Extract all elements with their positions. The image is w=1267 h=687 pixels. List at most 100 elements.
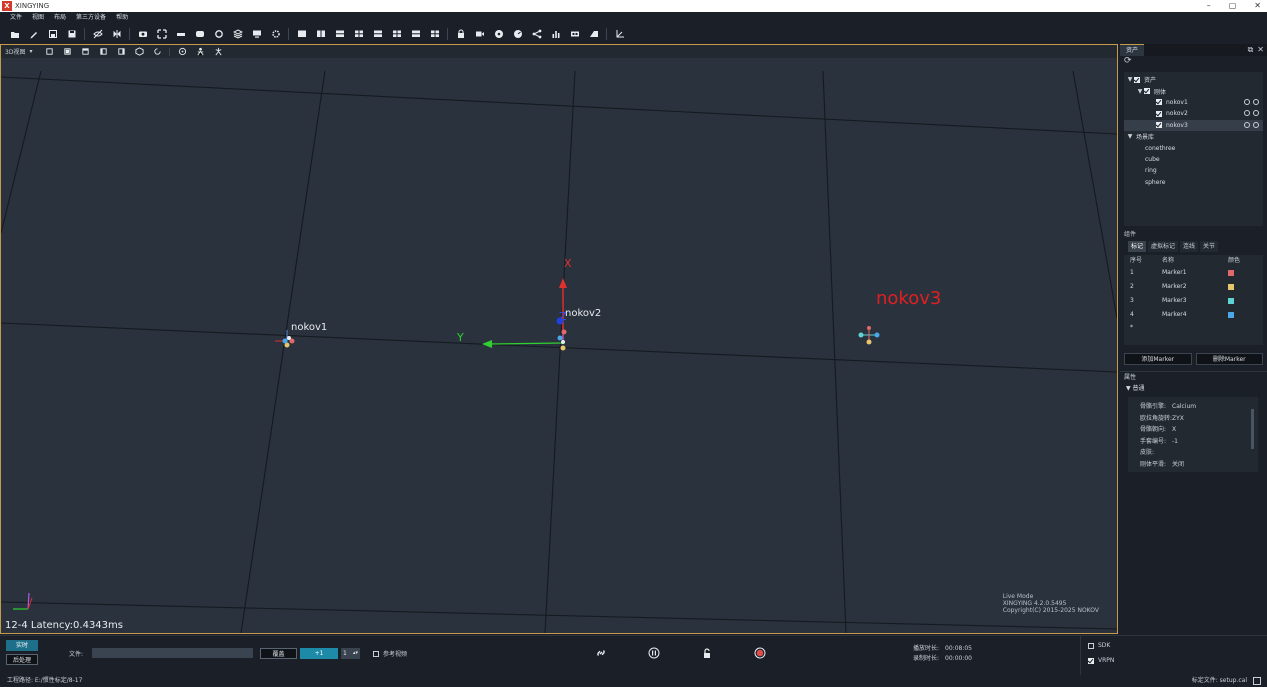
file-icon[interactable] [1253,677,1261,685]
tree-scene-item[interactable]: cube [1124,154,1263,165]
tab-joints[interactable]: 关节 [1200,241,1219,252]
property-row[interactable]: 手套编号: -1 [1128,436,1258,448]
share-icon[interactable] [530,28,543,41]
layout-8-icon[interactable] [428,28,441,41]
tree-scene-item[interactable]: ring [1124,165,1263,176]
minimize-button[interactable]: – [1207,0,1211,12]
color-swatch[interactable] [1228,312,1234,318]
property-row[interactable]: 骨骼引擎: Calcium [1128,401,1258,413]
rotate-icon[interactable] [152,47,162,57]
skeleton-icon[interactable] [213,47,223,57]
layers-icon[interactable] [231,28,244,41]
refresh-icon[interactable] [212,28,225,41]
menu-file[interactable]: 文件 [5,12,27,24]
camera-plus-icon[interactable] [136,28,149,41]
checkbox-checked[interactable] [1088,657,1094,664]
tab-links[interactable]: 连线 [1180,241,1199,252]
checkbox-checked[interactable] [1144,88,1150,95]
table-row[interactable]: 1 Marker1 [1124,266,1263,280]
tree-scene-item[interactable]: conethree [1124,142,1263,153]
properties-scrollbar[interactable] [1251,409,1254,449]
video-icon[interactable] [473,28,486,41]
checkbox-checked[interactable] [1134,76,1140,83]
vrpn-toggle[interactable]: VRPN [1088,657,1114,664]
visibility-icon[interactable] [1244,121,1250,128]
properties-group[interactable]: ▼ 普通 [1120,382,1267,395]
display-icon[interactable] [193,28,206,41]
record-disc-icon[interactable] [492,28,505,41]
rigid-body-nokov3[interactable]: nokov3 [858,288,942,345]
tab-markers[interactable]: 标记 [1128,241,1147,252]
eye-off-icon[interactable] [91,28,104,41]
table-row[interactable]: 3 Marker3 [1124,294,1263,308]
cube-side-icon[interactable] [98,47,108,57]
rigid-body-nokov2[interactable]: nokov2 [557,308,602,351]
expand-icon[interactable] [155,28,168,41]
reference-video-toggle[interactable]: 参考视频 [373,649,407,658]
property-row[interactable]: 皮肤: [1128,447,1258,459]
layout-6-icon[interactable] [390,28,403,41]
increment-button[interactable]: +1 [300,648,338,659]
file-path-input[interactable] [92,648,253,658]
checkbox-checked[interactable] [1156,110,1162,117]
marker-color-cell[interactable] [1222,308,1262,322]
pen-icon[interactable] [27,28,40,41]
post-process-button[interactable]: 后处理 [6,654,38,665]
layout-5-icon[interactable] [371,28,384,41]
tree-item-nokov1[interactable]: nokov1 [1124,97,1263,108]
color-swatch[interactable] [1228,270,1234,276]
overwrite-button[interactable]: 覆盖 [260,648,297,659]
monitor-icon[interactable] [250,28,263,41]
mirror-icon[interactable] [110,28,123,41]
cube-front-icon[interactable] [62,47,72,57]
bar-chart-icon[interactable] [549,28,562,41]
delete-marker-button[interactable]: 删除Marker [1195,353,1263,365]
tree-root[interactable]: ▼ 资产 [1124,74,1263,85]
person-icon[interactable] [195,47,205,57]
property-value[interactable]: 关闭 [1166,459,1184,471]
caret-down-icon[interactable]: ▼ [1126,133,1134,140]
table-row[interactable]: 2 Marker2 [1124,280,1263,294]
layout-3-icon[interactable] [333,28,346,41]
save-icon[interactable] [65,28,78,41]
live-mode-button[interactable]: 实时 [6,640,38,651]
menu-help[interactable]: 帮助 [111,12,133,24]
cube-back-icon[interactable] [116,47,126,57]
maximize-button[interactable]: ▢ [1229,0,1237,12]
stepper-arrows-icon[interactable]: ▴▾ [353,648,358,659]
link-icon[interactable] [1253,110,1259,117]
gauge-icon[interactable] [511,28,524,41]
layout-2-icon[interactable] [314,28,327,41]
add-marker-button[interactable]: 添加Marker [1124,353,1192,365]
color-swatch[interactable] [1228,284,1234,290]
property-value[interactable]: X [1166,424,1176,436]
folder-open-icon[interactable] [8,28,21,41]
marker-color-cell[interactable] [1222,266,1262,280]
cube-top-icon[interactable] [80,47,90,57]
gear-icon[interactable] [269,28,282,41]
property-row[interactable]: 骨骼朝向: X [1128,424,1258,436]
tree-rigid-group[interactable]: ▼ 刚体 [1124,85,1263,96]
color-swatch[interactable] [1228,298,1234,304]
unlock-icon[interactable] [700,646,714,660]
visibility-icon[interactable] [1244,110,1250,117]
cube-iso-icon[interactable] [134,47,144,57]
layout-7-icon[interactable] [409,28,422,41]
bar-icon[interactable] [174,28,187,41]
layout-4-icon[interactable] [352,28,365,41]
vr-icon[interactable] [568,28,581,41]
close-button[interactable]: ✕ [1254,0,1261,12]
tab-assets[interactable]: 资产 [1120,44,1145,56]
property-value[interactable] [1166,447,1172,459]
property-value[interactable]: Calcium [1166,401,1196,413]
take-number-stepper[interactable]: 1 ▴▾ [341,648,360,659]
checkbox-checked[interactable] [1156,122,1162,129]
property-row[interactable]: 刚体平滑: 关闭 [1128,459,1258,471]
close-panel-icon[interactable]: ✕ [1257,45,1264,55]
pause-icon[interactable] [647,646,661,660]
float-panel-icon[interactable]: ⧉ [1248,45,1254,55]
checkbox-unchecked[interactable] [1088,642,1094,649]
menu-third-party[interactable]: 第三方设备 [71,12,111,24]
view-mode-select[interactable]: 3D视图 ▾ [5,47,32,56]
link-icon[interactable] [1253,121,1259,128]
